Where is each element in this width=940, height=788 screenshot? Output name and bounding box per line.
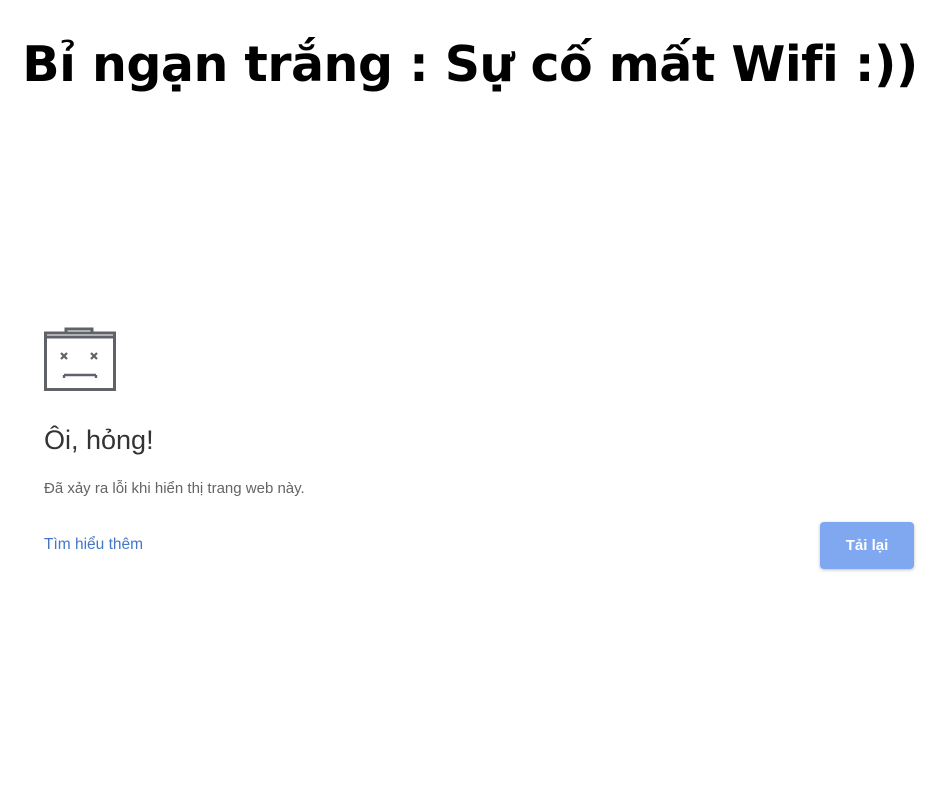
error-message: Đã xảy ra lỗi khi hiển thị trang web này… — [44, 480, 305, 497]
learn-more-link[interactable]: Tìm hiểu thêm — [44, 535, 143, 555]
error-heading: Ôi, hỏng! — [44, 425, 154, 455]
sad-tab-icon — [44, 327, 116, 391]
reload-button[interactable]: Tải lại — [820, 522, 914, 569]
meme-caption: Bỉ ngạn trắng : Sự cố mất Wifi :)) — [22, 36, 918, 93]
sad-tab-error-page: Ôi, hỏng! Đã xảy ra lỗi khi hiển thị tra… — [44, 327, 916, 577]
